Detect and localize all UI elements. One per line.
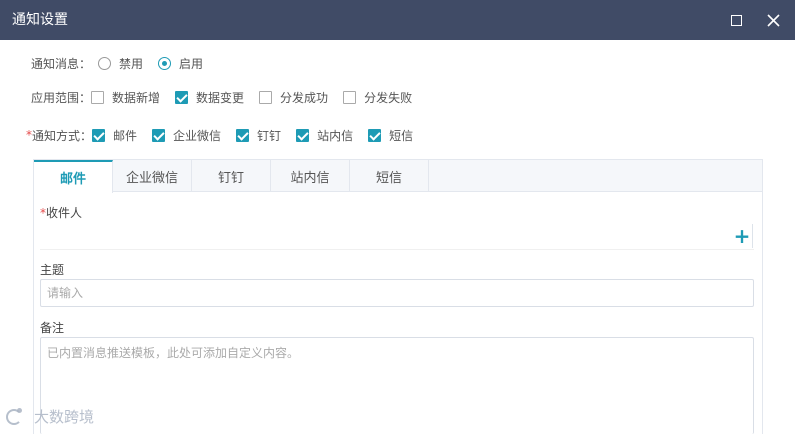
tab-inbox[interactable]: 站内信 — [271, 160, 350, 192]
check-dingtalk-box[interactable] — [236, 128, 250, 142]
method-row: * 通知方式： 邮件 企业微信 钉钉 站内信 短信 — [26, 125, 413, 145]
dialog-title: 通知设置 — [12, 12, 68, 28]
check-wecom[interactable]: 企业微信 — [152, 127, 221, 144]
radio-disable-circle[interactable] — [98, 56, 112, 70]
tab-sms[interactable]: 短信 — [350, 160, 429, 192]
check-dingtalk[interactable]: 钉钉 — [236, 127, 281, 144]
check-email[interactable]: 邮件 — [92, 127, 137, 144]
check-data-added-box[interactable] — [91, 90, 105, 104]
scope-label: 应用范围： — [31, 90, 92, 105]
remark-textarea[interactable] — [40, 337, 754, 434]
watermark-text: 大数跨境 — [34, 408, 95, 426]
check-dispatch-success[interactable]: 分发成功 — [259, 89, 328, 106]
close-button[interactable] — [763, 10, 783, 30]
method-tabbar: 邮件 企业微信 钉钉 站内信 短信 — [34, 160, 762, 193]
check-email-box[interactable] — [92, 128, 106, 142]
check-sms[interactable]: 短信 — [368, 127, 413, 144]
radio-disable[interactable]: 禁用 — [98, 55, 143, 72]
dialog-titlebar: 通知设置 — [0, 0, 795, 40]
close-icon — [766, 13, 780, 27]
radio-enable-circle[interactable] — [158, 56, 172, 70]
add-divider — [752, 224, 753, 248]
recipient-field[interactable] — [40, 222, 754, 250]
check-inbox-box[interactable] — [296, 128, 310, 142]
radio-enable[interactable]: 启用 — [158, 55, 203, 72]
tab-dingtalk[interactable]: 钉钉 — [192, 160, 271, 192]
check-dispatch-failed-label: 分发失败 — [364, 90, 413, 105]
check-dispatch-failed-box[interactable] — [343, 90, 357, 104]
recipient-label-wrap: *收件人 — [40, 204, 82, 221]
method-label: 通知方式： — [32, 128, 93, 143]
check-inbox-label: 站内信 — [317, 128, 354, 143]
tab-wecom[interactable]: 企业微信 — [113, 160, 192, 192]
check-dispatch-success-label: 分发成功 — [280, 90, 329, 105]
check-wecom-label: 企业微信 — [173, 128, 222, 143]
check-sms-label: 短信 — [389, 128, 414, 143]
check-data-changed-label: 数据变更 — [196, 90, 245, 105]
notify-message-label: 通知消息： — [31, 56, 92, 71]
check-inbox[interactable]: 站内信 — [296, 127, 353, 144]
add-recipient-button[interactable]: + — [732, 226, 752, 246]
watermark-logo-icon — [6, 407, 28, 426]
subject-label: 主题 — [40, 263, 65, 277]
scope-row: 应用范围： 数据新增 数据变更 分发成功 分发失败 — [31, 87, 412, 107]
watermark: 大数跨境 — [6, 406, 94, 427]
radio-enable-label: 启用 — [179, 56, 204, 71]
recipient-label: 收件人 — [46, 206, 83, 220]
notify-message-row: 通知消息： 禁用 启用 — [31, 53, 203, 73]
subject-input[interactable] — [40, 279, 754, 307]
check-dispatch-success-box[interactable] — [259, 90, 273, 104]
check-data-added-label: 数据新增 — [112, 90, 161, 105]
radio-disable-label: 禁用 — [119, 56, 144, 71]
maximize-button[interactable] — [726, 10, 746, 30]
check-sms-box[interactable] — [368, 128, 382, 142]
check-data-changed-box[interactable] — [175, 90, 189, 104]
maximize-icon — [730, 14, 742, 26]
check-data-changed[interactable]: 数据变更 — [175, 89, 244, 106]
check-dispatch-failed[interactable]: 分发失败 — [343, 89, 412, 106]
tab-email[interactable]: 邮件 — [34, 160, 113, 193]
check-email-label: 邮件 — [113, 128, 138, 143]
check-data-added[interactable]: 数据新增 — [91, 89, 160, 106]
check-wecom-box[interactable] — [152, 128, 166, 142]
check-dingtalk-label: 钉钉 — [257, 128, 282, 143]
remark-label: 备注 — [40, 321, 65, 335]
